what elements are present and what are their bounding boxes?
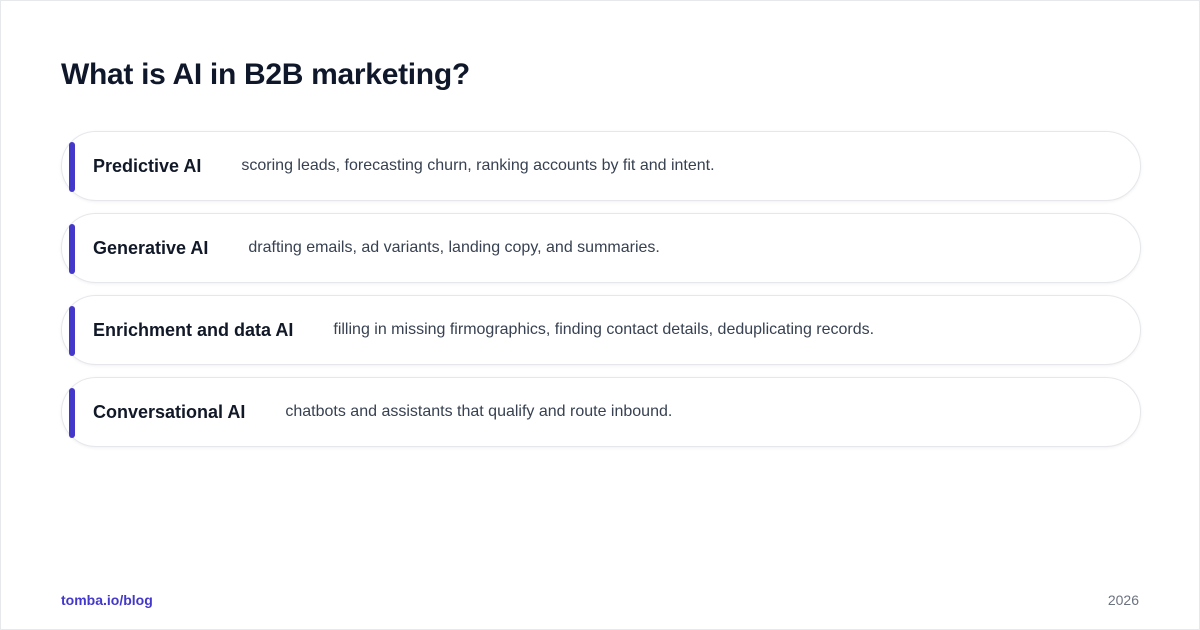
slide: What is AI in B2B marketing? Predictive … (0, 0, 1200, 630)
footer-year: 2026 (1107, 592, 1139, 608)
definition-term: Enrichment and data AI (93, 319, 294, 340)
definition-list: Predictive AI scoring leads, forecasting… (61, 131, 1141, 459)
definition-term: Generative AI (93, 237, 209, 258)
page-title: What is AI in B2B marketing? (61, 58, 470, 91)
definition-description: chatbots and assistants that qualify and… (285, 403, 673, 420)
definition-term: Conversational AI (93, 401, 246, 422)
definition-description: scoring leads, forecasting churn, rankin… (241, 157, 715, 174)
footer-blog-link[interactable]: tomba.io/blog (61, 591, 153, 609)
definition-card-conversational: Conversational AI chatbots and assistant… (61, 377, 1141, 447)
definition-term: Predictive AI (93, 155, 202, 176)
accent-bar (69, 388, 75, 438)
accent-bar (69, 142, 75, 192)
accent-bar (69, 306, 75, 356)
definition-description: drafting emails, ad variants, landing co… (248, 239, 660, 256)
definition-description: filling in missing firmographics, findin… (333, 321, 875, 338)
accent-bar (69, 224, 75, 274)
definition-card-enrichment: Enrichment and data AI filling in missin… (61, 295, 1141, 365)
definition-card-generative: Generative AI drafting emails, ad varian… (61, 213, 1141, 283)
definition-card-predictive: Predictive AI scoring leads, forecasting… (61, 131, 1141, 201)
